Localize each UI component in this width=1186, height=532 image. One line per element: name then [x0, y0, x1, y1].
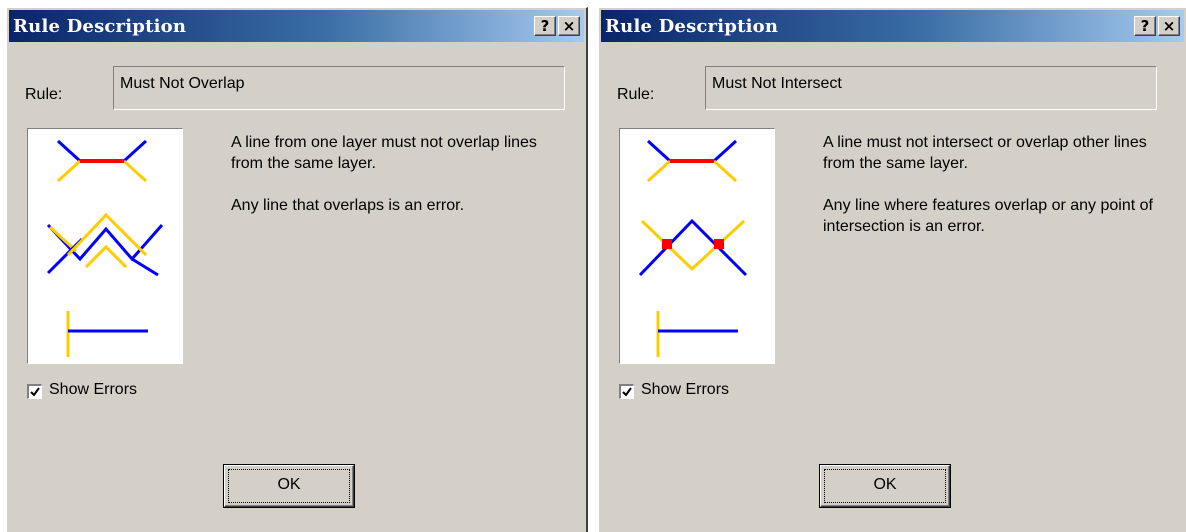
- description-paragraph: A line from one layer must not overlap l…: [231, 134, 537, 172]
- diagram-line-yellow: [712, 159, 738, 183]
- ok-button-label: OK: [277, 476, 301, 493]
- help-button[interactable]: ?: [534, 16, 556, 36]
- show-errors-label[interactable]: Show Errors: [49, 381, 137, 399]
- diagram-line-yellow: [84, 244, 128, 269]
- show-errors-label[interactable]: Show Errors: [641, 381, 729, 399]
- rule-name-field: Must Not Intersect: [705, 66, 1157, 110]
- rule-description-dialog-overlap: Rule Description ? × Rule: Must Not Over…: [6, 7, 588, 532]
- rule-diagram-graphic: [46, 139, 164, 357]
- rule-description-dialog-intersect: Rule Description ? × Rule: Must Not Inte…: [598, 7, 1186, 532]
- diagram-line-blue: [122, 139, 148, 163]
- description-paragraph: Any line where features overlap or any p…: [823, 197, 1153, 235]
- rule-label: Rule:: [617, 86, 655, 103]
- title-bar[interactable]: Rule Description ? ×: [9, 10, 584, 42]
- dialog-title: Rule Description: [605, 16, 779, 37]
- title-bar[interactable]: Rule Description ? ×: [601, 10, 1184, 42]
- checkbox-checked-icon[interactable]: [619, 384, 634, 399]
- diagram-line-yellow: [646, 159, 672, 183]
- diagram-line-blue: [131, 257, 159, 277]
- diagram-line-yellow: [640, 219, 746, 272]
- ok-button[interactable]: OK: [223, 464, 355, 508]
- ok-button[interactable]: OK: [819, 464, 951, 508]
- description-paragraph: A line must not intersect or overlap oth…: [823, 134, 1147, 172]
- rule-description-text: A line from one layer must not overlap l…: [231, 132, 571, 237]
- ok-button-label: OK: [873, 476, 897, 493]
- diagram-line-yellow: [56, 159, 82, 183]
- checkbox-checked-icon[interactable]: [27, 384, 42, 399]
- rule-label: Rule:: [25, 86, 63, 103]
- rule-diagram-graphic: [638, 139, 748, 357]
- diagram-line-blue: [646, 139, 672, 163]
- close-button[interactable]: ×: [558, 16, 580, 36]
- close-button[interactable]: ×: [1158, 16, 1180, 36]
- description-paragraph: Any line that overlaps is an error.: [231, 197, 465, 214]
- rule-name-field: Must Not Overlap: [113, 66, 565, 110]
- dialog-title: Rule Description: [13, 16, 187, 37]
- must-not-overlap-diagram-icon: [27, 128, 183, 364]
- diagram-line-blue: [56, 139, 82, 163]
- help-button[interactable]: ?: [1134, 16, 1156, 36]
- must-not-intersect-diagram-icon: [619, 128, 775, 364]
- diagram-error-point: [714, 239, 724, 249]
- diagram-line-yellow: [122, 159, 148, 183]
- diagram-line-blue: [712, 139, 738, 163]
- rule-description-text: A line must not intersect or overlap oth…: [823, 132, 1163, 258]
- diagram-error-point: [662, 239, 672, 249]
